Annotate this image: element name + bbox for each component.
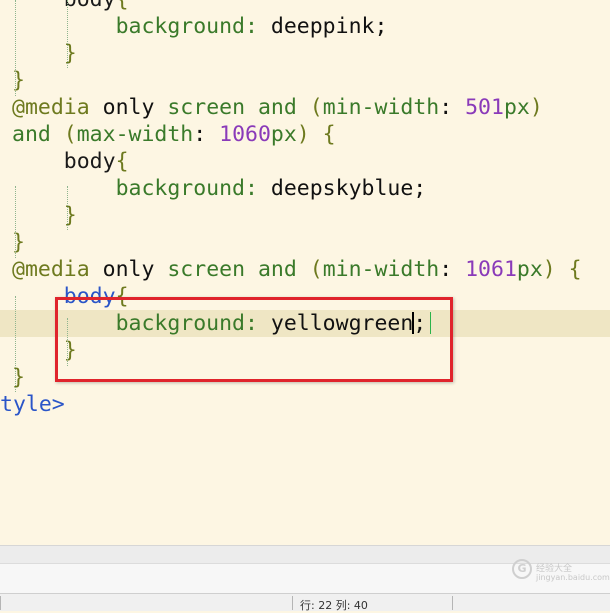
code-token: background [115,176,246,201]
code-token: } [12,230,25,255]
code-token: ; [413,176,427,201]
indent-guide [15,186,16,258]
code-token: background [115,14,246,39]
indent-guide [67,0,68,68]
code-token: : [439,95,466,120]
code-token: deepskyblue [270,176,414,201]
code-line[interactable]: } [0,364,25,391]
code-token: max-width [76,122,194,147]
code-token: ( [296,257,323,282]
indent-guide [15,296,16,392]
code-token: : [439,257,466,282]
code-line[interactable]: background: deepskyblue; [0,175,427,202]
watermark: G 经验大全 jingyan.baidu.com [512,558,610,588]
code-token: ) [529,95,543,120]
code-token: 1060 [219,122,271,147]
code-token: } [12,365,25,390]
code-token: ) { [296,122,336,147]
code-line[interactable]: } [0,40,77,67]
indent-guide [15,0,16,96]
code-token: body [63,149,116,174]
code-token: ( [296,95,323,120]
code-token: ; [374,14,388,39]
code-token: } [63,41,77,66]
code-token: : [245,14,271,39]
code-line[interactable]: body{ [0,0,129,13]
status-separator [292,596,293,610]
code-token: px [503,95,530,120]
status-separator [452,596,453,610]
code-token: ( [50,122,77,147]
code-token: deeppink [270,14,375,39]
code-line[interactable]: } [0,229,25,256]
watermark-logo-icon: G [512,559,532,579]
code-token: { [115,149,129,174]
code-token: and [257,95,297,120]
status-bar: 行: 22 列: 40 [0,593,610,612]
code-token: @media [12,257,90,282]
code-token: px [270,122,297,147]
code-token: 501 [465,95,504,120]
code-token: min-width [322,257,440,282]
code-token: screen [167,95,246,120]
code-line[interactable]: tyle> [0,391,65,418]
code-token: screen [167,257,246,282]
code-token: } [12,68,25,93]
code-line[interactable]: @media only screen and (min-width: 501px… [0,94,543,121]
code-token: tyle [0,392,52,417]
cursor-position-indicator: 行: 22 列: 40 [300,599,368,612]
code-token: px [516,257,543,282]
code-line[interactable]: and (max-width: 1060px) { [0,121,336,148]
code-token: body [64,0,116,12]
code-token: only [102,95,155,120]
code-line[interactable]: @media only screen and (min-width: 1061p… [0,256,582,283]
code-line[interactable]: } [0,202,77,229]
code-token: ) { [542,257,582,282]
annotation-highlight-box [55,297,453,382]
code-token: : [245,176,271,201]
code-line[interactable]: background: deeppink; [0,13,388,40]
code-token: } [63,203,77,228]
code-token: and [12,122,51,147]
code-token: { [116,0,129,12]
code-token: and [257,257,297,282]
code-token: @media [12,95,90,120]
code-line[interactable]: body{ [0,148,129,175]
code-token: only [102,257,155,282]
code-token: : [193,122,220,147]
code-editor[interactable]: body{ background: deeppink; }}@media onl… [0,0,610,545]
status-separator [0,596,1,610]
indent-guide [67,186,68,230]
watermark-url: jingyan.baidu.com [536,573,610,582]
code-line[interactable]: } [0,67,25,94]
code-token: min-width [322,95,440,120]
code-token: > [51,392,65,417]
code-token: 1061 [465,257,517,282]
